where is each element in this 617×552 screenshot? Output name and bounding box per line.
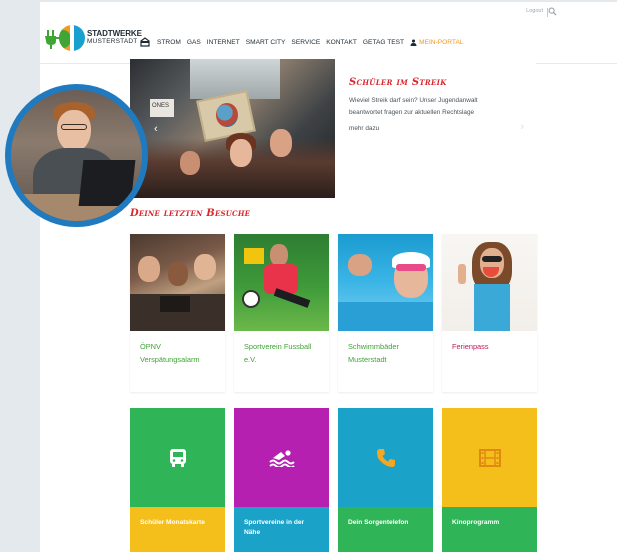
chevron-left-icon[interactable]: ‹ (154, 123, 158, 135)
card-image (338, 234, 433, 331)
tile-label: Kinoprogramm (442, 507, 537, 552)
chevron-right-icon[interactable]: › (520, 121, 524, 133)
card-image (442, 234, 537, 331)
logo-mark-icon (59, 25, 85, 51)
nav-item-getag-test[interactable]: GETAG TEST (363, 39, 404, 46)
logo-text-line1: STADTWERKE (87, 29, 142, 38)
tile-kinoprogramm[interactable]: Kinoprogramm (442, 408, 537, 552)
nav-item-kontakt[interactable]: KONTAKT (326, 39, 357, 46)
hero-teaser[interactable]: ONES ‹ Schüler im Streik Wieviel Streik … (130, 59, 536, 198)
nav-item-smart-city[interactable]: SMART CITY (246, 39, 286, 46)
tile-sportvereine[interactable]: Sportvereine in der Nähe (234, 408, 329, 552)
hero-title: Schüler im Streik (349, 77, 447, 88)
nav-item-strom[interactable]: STROM (157, 39, 181, 46)
section-title-recent: Deine letzten Besuche (130, 208, 251, 219)
tile-sorgentelefon[interactable]: Dein Sorgentelefon (338, 408, 433, 552)
card-image (130, 234, 225, 331)
nav-item-mein-portal[interactable]: MEIN-PORTAL (410, 38, 464, 46)
logo-text-line2: MUSTERSTADT (87, 38, 138, 45)
card-image (234, 234, 329, 331)
card-label: Schwimmbäder Musterstadt (348, 342, 399, 364)
hero-description: Wieviel Streik darf sein? Unser Jugendan… (349, 97, 478, 116)
user-icon (410, 38, 417, 46)
tile-schueler-monatskarte[interactable]: Schüler Monatskarte (130, 408, 225, 552)
shop-sign: ONES (150, 99, 174, 117)
logo[interactable]: STADTWERKE MUSTERSTADT (45, 25, 142, 53)
tile-label: Dein Sorgentelefon (338, 507, 433, 552)
hero-more-link[interactable]: mehr dazu (349, 125, 524, 132)
recent-card-schwimmbaeder[interactable]: Schwimmbäder Musterstadt (338, 234, 433, 392)
page: Logout STADTWERKE MUSTERSTADT STROM GAS … (40, 2, 617, 552)
home-icon[interactable] (140, 37, 150, 47)
tile-label: Schüler Monatskarte (130, 507, 225, 552)
hero-image: ONES ‹ (130, 59, 335, 198)
main-nav: STROM GAS INTERNET SMART CITY SERVICE KO… (140, 36, 464, 48)
film-icon (478, 448, 501, 467)
top-bar: Logout STADTWERKE MUSTERSTADT STROM GAS … (40, 2, 617, 64)
card-label: Sportverein Fussball e.V. (244, 342, 312, 364)
recent-card-sportverein[interactable]: Sportverein Fussball e.V. (234, 234, 329, 392)
nav-item-internet[interactable]: INTERNET (207, 39, 240, 46)
hero-content: Schüler im Streik Wieviel Streik darf se… (335, 59, 536, 198)
nav-item-label: MEIN-PORTAL (419, 38, 464, 46)
nav-item-gas[interactable]: GAS (187, 39, 201, 46)
card-label: Ferienpass (452, 342, 489, 351)
plug-icon (45, 30, 59, 49)
card-label: ÖPNV Verspätungsalarm (140, 342, 200, 364)
swimmer-icon (268, 449, 295, 467)
phone-icon (376, 448, 395, 467)
logout-link[interactable]: Logout (526, 8, 543, 14)
nav-item-service[interactable]: SERVICE (291, 39, 320, 46)
search-icon[interactable] (548, 7, 557, 16)
recent-visits: ÖPNV Verspätungsalarm Sportverein Fussba… (130, 234, 540, 392)
tile-label: Sportvereine in der Nähe (234, 507, 329, 552)
recent-card-ferienpass[interactable]: Ferienpass (442, 234, 537, 392)
avatar (5, 84, 148, 227)
recent-card-oepnv[interactable]: ÖPNV Verspätungsalarm (130, 234, 225, 392)
bus-icon (169, 448, 186, 467)
quick-tiles: Schüler Monatskarte Sportvereine in der … (130, 408, 540, 552)
